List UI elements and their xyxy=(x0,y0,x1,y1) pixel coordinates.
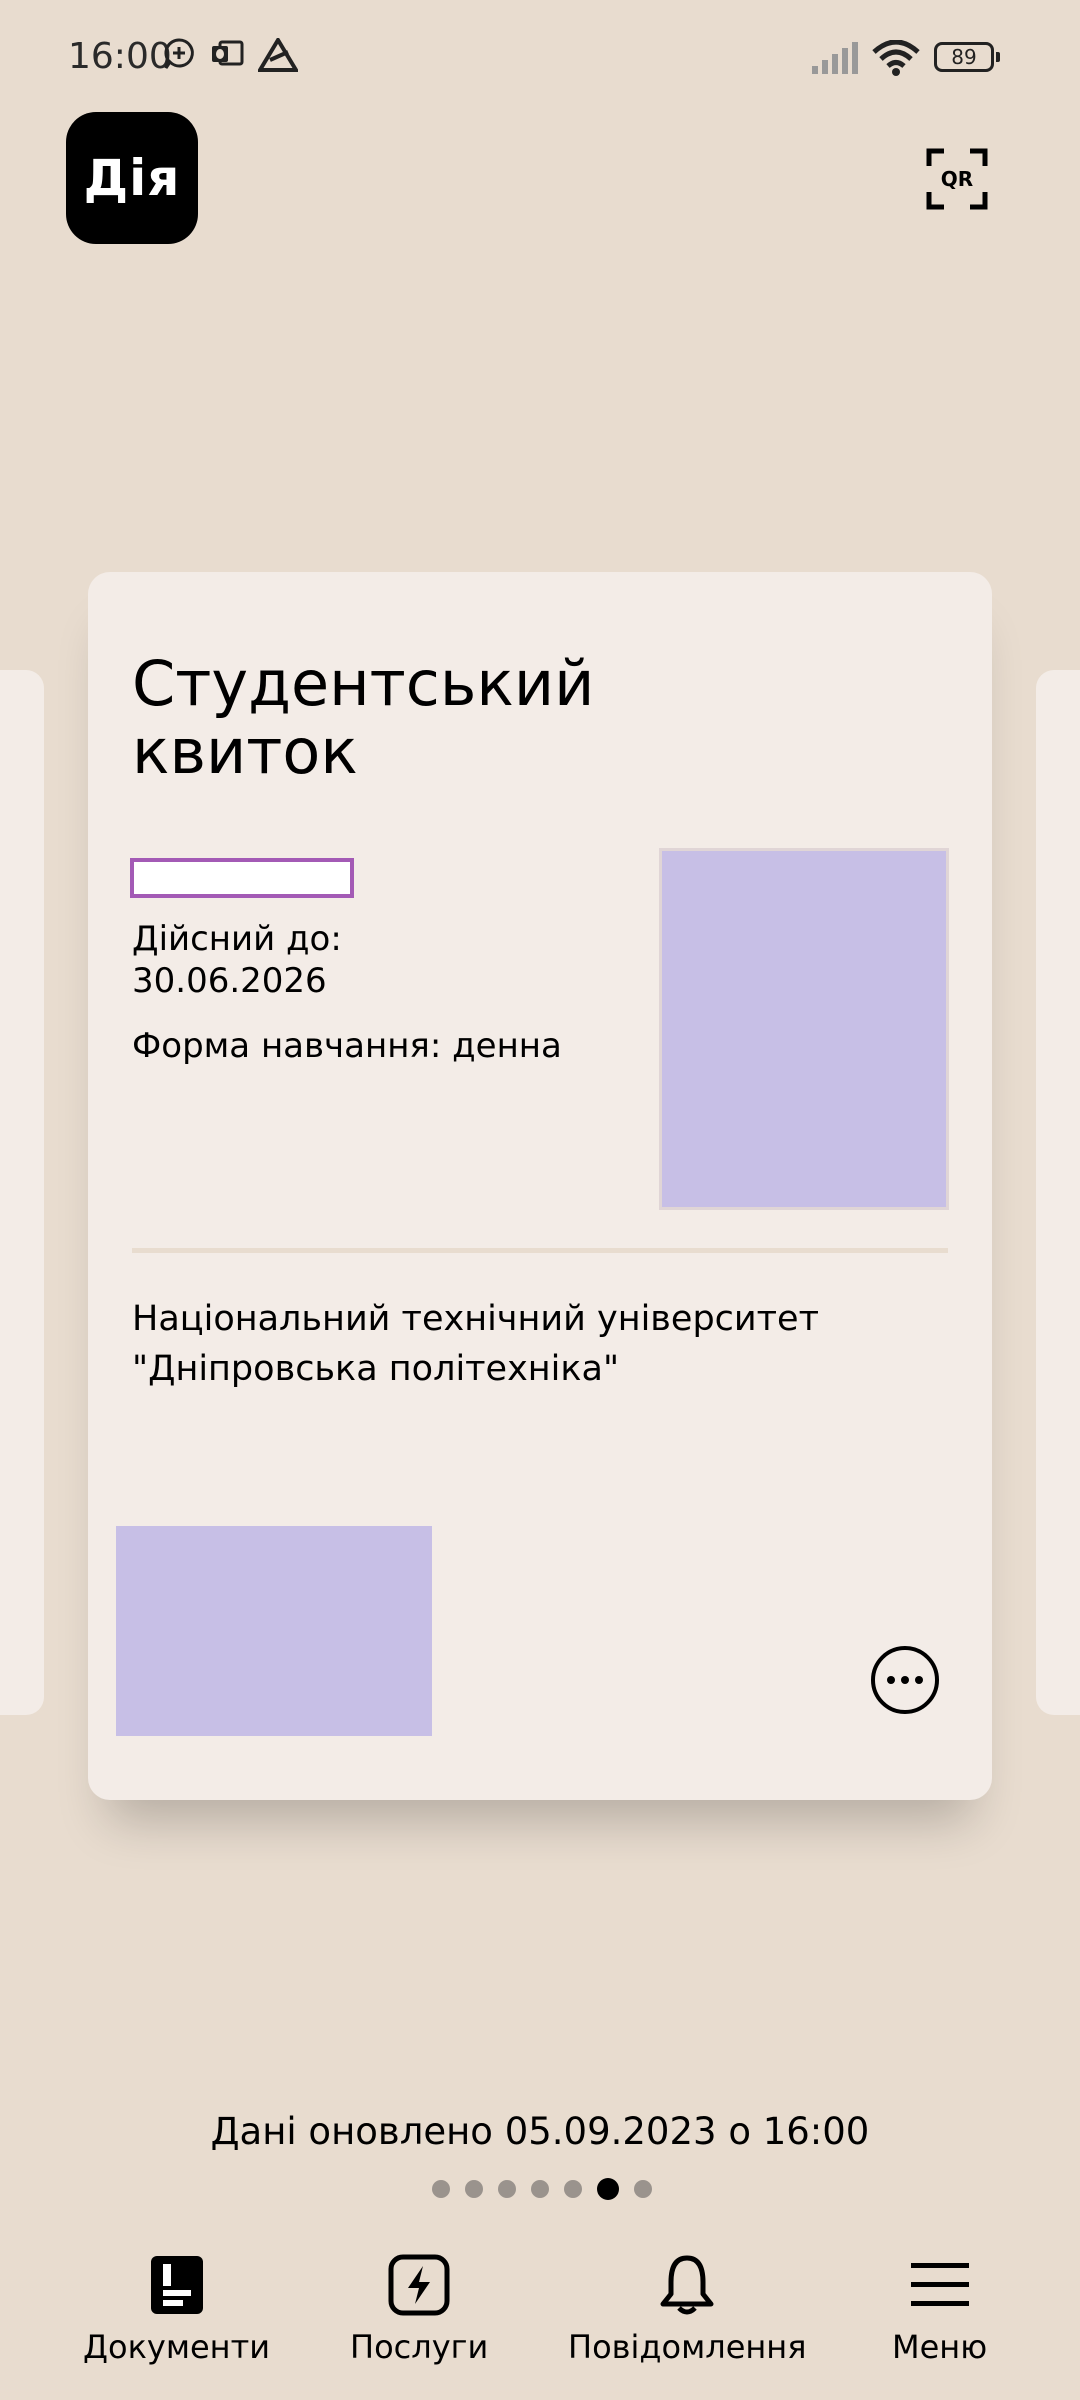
status-time: 16:00 xyxy=(68,36,172,77)
student-photo xyxy=(659,848,949,1210)
page-dot[interactable] xyxy=(432,2180,450,2198)
page-dot[interactable] xyxy=(498,2180,516,2198)
page-dot-active[interactable] xyxy=(597,2178,619,2200)
nav-notifications-label: Повідомлення xyxy=(568,2328,807,2366)
nav-notifications[interactable]: Повідомлення xyxy=(568,2250,806,2366)
nav-menu-label: Меню xyxy=(892,2328,988,2366)
next-card-peek[interactable] xyxy=(1036,670,1080,1715)
card-divider xyxy=(132,1248,948,1253)
documents-icon xyxy=(142,2250,212,2320)
nav-menu[interactable]: Меню xyxy=(892,2250,987,2366)
previous-card-peek[interactable] xyxy=(0,670,44,1715)
more-options-button[interactable] xyxy=(871,1646,939,1714)
battery-icon: 89 xyxy=(934,42,1000,72)
nav-documents-label: Документи xyxy=(83,2328,271,2366)
diia-logo[interactable]: Дія xyxy=(66,112,198,244)
status-bar: 16:00 89 xyxy=(0,0,1080,118)
signal-icon xyxy=(812,42,858,74)
data-updated-text: Дані оновлено 05.09.2023 о 16:00 xyxy=(210,2110,870,2153)
qr-scan-button[interactable]: QR xyxy=(926,148,988,210)
nav-services-label: Послуги xyxy=(350,2328,489,2366)
page-dot[interactable] xyxy=(465,2180,483,2198)
menu-icon xyxy=(905,2250,975,2320)
page-dot[interactable] xyxy=(564,2180,582,2198)
pagination-dots xyxy=(432,2178,652,2200)
nav-services[interactable]: Послуги xyxy=(350,2250,488,2366)
qr-label: QR xyxy=(940,167,974,191)
student-name-redacted xyxy=(130,858,354,898)
university-name: Національний технічний університет "Дніп… xyxy=(132,1299,819,1389)
more-icon xyxy=(887,1676,923,1684)
app-icon xyxy=(258,38,298,72)
outlook-icon xyxy=(212,40,244,66)
nav-documents[interactable]: Документи xyxy=(83,2250,270,2366)
bell-icon xyxy=(652,2250,722,2320)
valid-until: Дійсний до: 30.06.2026 xyxy=(132,919,342,1001)
services-icon xyxy=(384,2250,454,2320)
bottom-navigation: Документи Послуги Повідомлення Меню xyxy=(0,2230,1080,2400)
notification-icon xyxy=(164,38,194,69)
page-dot[interactable] xyxy=(634,2180,652,2198)
wifi-icon xyxy=(872,40,920,76)
card-title: Студентський квиток xyxy=(132,647,595,788)
page-dot[interactable] xyxy=(531,2180,549,2198)
signature-image xyxy=(116,1526,432,1736)
study-form: Форма навчання: денна xyxy=(132,1026,562,1066)
student-id-card[interactable]: Студентський квиток Дійсний до: 30.06.20… xyxy=(88,572,992,1800)
